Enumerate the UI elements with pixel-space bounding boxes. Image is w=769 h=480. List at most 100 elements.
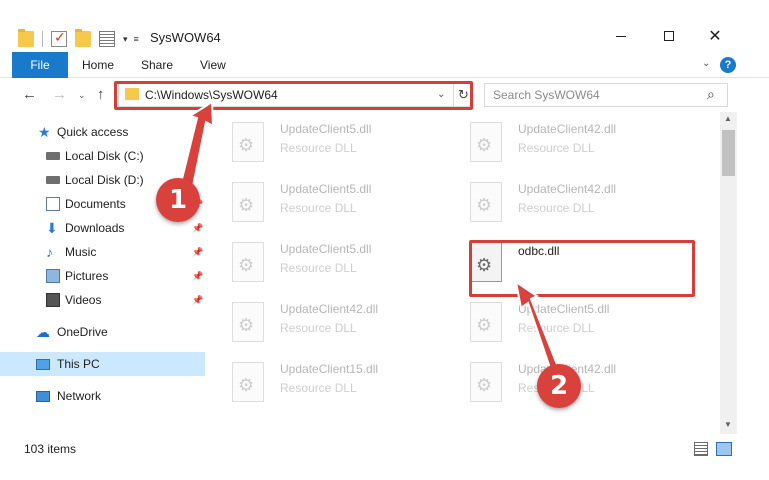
file-type: Resource DLL bbox=[280, 261, 357, 275]
sidebar-item-label: Network bbox=[57, 389, 102, 403]
maximize-button[interactable] bbox=[646, 20, 692, 52]
tab-file[interactable]: File bbox=[12, 52, 68, 78]
tab-share[interactable]: Share bbox=[141, 52, 173, 78]
minimize-icon bbox=[616, 35, 626, 37]
disk-icon bbox=[46, 176, 60, 184]
sidebar-item-label: Music bbox=[65, 245, 97, 259]
file-name: UpdateClient42.dll bbox=[280, 302, 379, 316]
sidebar-item-label: Pictures bbox=[65, 269, 109, 283]
tab-view[interactable]: View bbox=[200, 52, 226, 78]
pin-icon[interactable]: 📌 bbox=[192, 223, 203, 234]
sidebar-item-quick-access[interactable]: ★ Quick access bbox=[0, 120, 205, 144]
vertical-scrollbar[interactable]: ▲ ▼ bbox=[720, 112, 737, 434]
dll-file-icon bbox=[232, 242, 264, 282]
maximize-icon bbox=[664, 31, 674, 41]
pin-icon[interactable]: 📌 bbox=[192, 247, 203, 258]
file-item[interactable]: UpdateClient42.dll Resource DLL bbox=[456, 116, 686, 168]
new-folder-icon[interactable] bbox=[75, 29, 91, 47]
back-button[interactable]: ← bbox=[22, 86, 37, 103]
up-button[interactable]: ↑ bbox=[97, 86, 105, 103]
large-icons-view-icon[interactable] bbox=[716, 442, 732, 456]
close-icon: ✕ bbox=[708, 28, 722, 45]
search-icon[interactable]: ⌕ bbox=[707, 86, 715, 103]
step-2-badge: 2 bbox=[537, 364, 581, 408]
star-icon: ★ bbox=[38, 124, 51, 140]
file-item[interactable]: UpdateClient5.dll Resource DLL bbox=[218, 236, 448, 288]
sidebar-item-label: Videos bbox=[65, 293, 102, 307]
file-name: UpdateClient15.dll bbox=[280, 362, 379, 376]
address-highlight-box bbox=[114, 81, 473, 110]
sidebar-item-this-pc[interactable]: This PC bbox=[0, 352, 205, 376]
forward-button[interactable]: → bbox=[52, 86, 67, 103]
dll-file-icon bbox=[232, 182, 264, 222]
window-title: SysWOW64 bbox=[150, 30, 221, 45]
sidebar-item-onedrive[interactable]: ☁ OneDrive bbox=[0, 320, 205, 344]
sidebar-item-local-disk-c[interactable]: Local Disk (C:) bbox=[0, 144, 205, 168]
file-item[interactable]: UpdateClient42.dll Resource DLL bbox=[456, 176, 686, 228]
file-item[interactable]: UpdateClient5.dll Resource DLL bbox=[456, 296, 686, 348]
pin-icon[interactable]: 📌 bbox=[192, 271, 203, 282]
ribbon: File Home Share View ⌄ ? bbox=[0, 52, 769, 78]
documents-icon bbox=[46, 197, 60, 211]
sidebar-item-network[interactable]: Network bbox=[0, 384, 205, 408]
navigation-pane: ★ Quick access Local Disk (C:) Local Dis… bbox=[0, 112, 218, 434]
title-bar: ▾ ≡ SysWOW64 ✕ bbox=[0, 0, 769, 52]
network-icon bbox=[36, 390, 50, 402]
file-name: UpdateClient5.dll bbox=[280, 182, 372, 196]
file-type: Resource DLL bbox=[280, 321, 357, 335]
sidebar-item-pictures[interactable]: Pictures 📌 bbox=[0, 264, 205, 288]
dll-file-icon bbox=[470, 362, 502, 402]
help-icon[interactable]: ? bbox=[720, 57, 736, 73]
scroll-up-icon[interactable]: ▲ bbox=[724, 114, 732, 123]
dll-file-icon bbox=[470, 302, 502, 342]
file-type: Resource DLL bbox=[280, 201, 357, 215]
tab-home[interactable]: Home bbox=[82, 52, 114, 78]
file-item[interactable]: UpdateClient15.dll Resource DLL bbox=[218, 356, 448, 408]
scroll-down-icon[interactable]: ▼ bbox=[724, 420, 732, 429]
properties-icon[interactable] bbox=[99, 31, 115, 47]
status-bar: 103 items bbox=[0, 434, 769, 480]
file-type: Resource DLL bbox=[518, 141, 595, 155]
quick-access-toolbar: ▾ ≡ bbox=[18, 28, 145, 50]
scroll-thumb[interactable] bbox=[722, 130, 735, 176]
file-item[interactable]: UpdateClient5.dll Resource DLL bbox=[218, 176, 448, 228]
pictures-icon bbox=[46, 269, 60, 283]
onedrive-icon: ☁ bbox=[36, 324, 50, 340]
toolbar-divider bbox=[42, 31, 43, 47]
dll-file-icon bbox=[470, 122, 502, 162]
dll-file-icon bbox=[232, 122, 264, 162]
file-item[interactable]: UpdateClient5.dll Resource DLL bbox=[218, 116, 448, 168]
sidebar-item-label: Local Disk (C:) bbox=[65, 149, 144, 163]
file-type: Resource DLL bbox=[280, 381, 357, 395]
sidebar-item-label: This PC bbox=[57, 357, 100, 371]
close-button[interactable]: ✕ bbox=[692, 20, 738, 52]
sidebar-item-label: Quick access bbox=[57, 125, 129, 139]
sidebar-item-label: OneDrive bbox=[57, 325, 108, 339]
file-name: UpdateClient5.dll bbox=[280, 122, 372, 136]
file-item[interactable]: UpdateClient42.dll Resource DLL bbox=[218, 296, 448, 348]
file-highlight-box bbox=[469, 240, 695, 297]
recent-locations-icon[interactable]: ⌄ bbox=[78, 90, 86, 101]
file-list: UpdateClient5.dll Resource DLL UpdateCli… bbox=[218, 112, 720, 434]
dll-file-icon bbox=[470, 182, 502, 222]
details-view-icon[interactable] bbox=[694, 442, 708, 456]
file-type: Resource DLL bbox=[280, 141, 357, 155]
chevron-down-icon[interactable]: ▾ bbox=[123, 34, 128, 45]
pin-icon[interactable]: 📌 bbox=[192, 295, 203, 306]
file-name: UpdateClient5.dll bbox=[518, 302, 610, 316]
file-name: UpdateClient42.dll bbox=[518, 182, 617, 196]
minimize-button[interactable] bbox=[598, 20, 644, 52]
folder-icon bbox=[18, 29, 34, 47]
sidebar-item-label: Local Disk (D:) bbox=[65, 173, 144, 187]
expand-ribbon-icon[interactable]: ⌄ bbox=[702, 58, 710, 69]
sidebar-item-videos[interactable]: Videos 📌 bbox=[0, 288, 205, 312]
search-input[interactable]: Search SysWOW64 ⌕ bbox=[484, 83, 728, 107]
file-name: UpdateClient5.dll bbox=[280, 242, 372, 256]
sidebar-item-music[interactable]: ♪ Music 📌 bbox=[0, 240, 205, 264]
videos-icon bbox=[46, 293, 60, 307]
dll-file-icon bbox=[232, 302, 264, 342]
properties-check-icon[interactable] bbox=[51, 29, 67, 47]
file-type: Resource DLL bbox=[518, 321, 595, 335]
search-placeholder: Search SysWOW64 bbox=[493, 88, 600, 102]
customize-toolbar-icon[interactable]: ≡ bbox=[134, 34, 139, 44]
